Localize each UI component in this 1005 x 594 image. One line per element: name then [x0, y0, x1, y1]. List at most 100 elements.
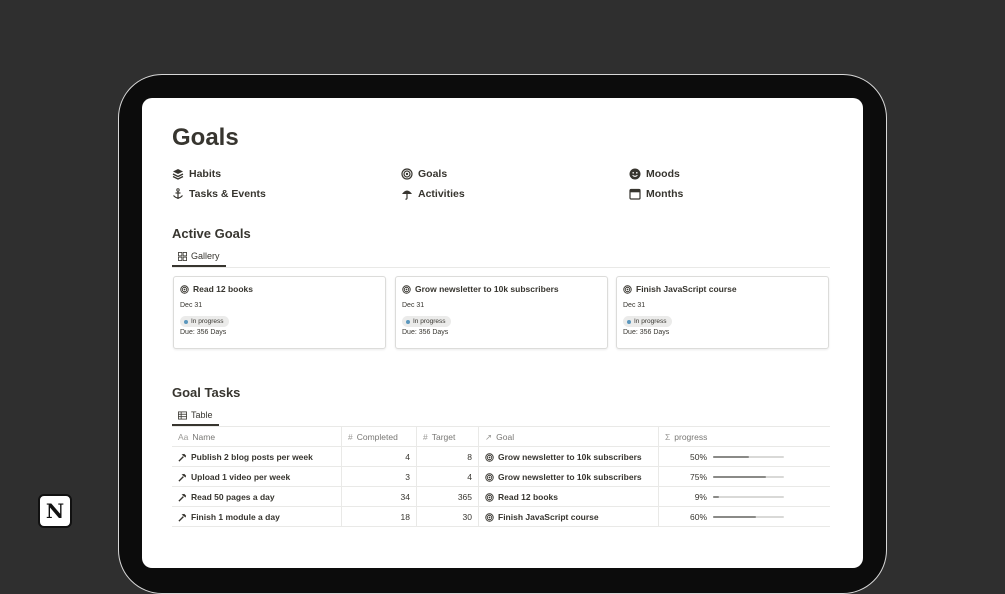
completed-cell[interactable]: 34 [342, 487, 417, 507]
nav-link-goals[interactable]: Goals [401, 168, 447, 180]
nav-link-activities[interactable]: Activities [401, 188, 465, 200]
nav-link-habits[interactable]: Habits [172, 168, 221, 180]
target-icon [402, 284, 411, 294]
goal-tasks-title: Goal Tasks [172, 385, 241, 400]
goal-cell[interactable]: Grow newsletter to 10k subscribers [479, 467, 659, 487]
target-icon [485, 452, 494, 462]
tab-label: Table [191, 410, 213, 420]
nav-link-label: Tasks & Events [189, 188, 266, 200]
number-property-icon: # [348, 432, 353, 442]
target-icon [180, 284, 189, 294]
relation-property-icon: ↗ [485, 431, 493, 442]
hammer-icon [178, 453, 187, 462]
notion-logo: N [38, 494, 72, 528]
status-text: In progress [191, 318, 224, 325]
progress-bar-fill [713, 516, 756, 518]
progress-percent: 60% [689, 512, 707, 522]
goal-card[interactable]: Read 12 books Dec 31 In progress Due: 35… [173, 276, 386, 349]
column-header-name[interactable]: Aa Name [172, 427, 342, 447]
target-icon [623, 284, 632, 294]
target-cell[interactable]: 4 [417, 467, 479, 487]
card-due: Due: 356 Days [623, 329, 670, 336]
table-row[interactable]: Publish 2 blog posts per week 4 8 Grow n… [172, 447, 830, 467]
goal-card[interactable]: Grow newsletter to 10k subscribers Dec 3… [395, 276, 608, 349]
task-name-cell[interactable]: Read 50 pages a day [172, 487, 342, 507]
card-due: Due: 356 Days [402, 329, 449, 336]
completed-cell[interactable]: 3 [342, 467, 417, 487]
table-row[interactable]: Finish 1 module a day 18 30 Finish JavaS… [172, 507, 830, 527]
goal-relation[interactable]: Grow newsletter to 10k subscribers [485, 472, 642, 482]
nav-link-months[interactable]: Months [629, 188, 683, 200]
tab-gallery[interactable]: Gallery [172, 247, 226, 267]
task-name: Publish 2 blog posts per week [178, 452, 313, 462]
progress-cell: 9% [659, 487, 830, 507]
target-cell[interactable]: 8 [417, 447, 479, 467]
hammer-icon [178, 513, 187, 522]
column-label: Target [431, 432, 456, 442]
tab-divider [172, 267, 830, 268]
nav-link-label: Moods [646, 168, 680, 180]
column-header-target[interactable]: # Target [417, 427, 479, 447]
progress-bar-fill [713, 456, 749, 458]
task-name-text: Finish 1 module a day [191, 512, 280, 522]
card-title: Finish JavaScript course [623, 284, 737, 294]
goal-relation[interactable]: Finish JavaScript course [485, 512, 599, 522]
gallery-icon [178, 251, 187, 261]
completed-cell[interactable]: 18 [342, 507, 417, 527]
nav-link-label: Goals [418, 168, 448, 180]
column-header-goal[interactable]: ↗ Goal [479, 427, 659, 447]
tab-label: Gallery [191, 251, 220, 261]
goal-relation-text: Read 12 books [498, 492, 558, 502]
table-icon [178, 410, 187, 420]
progress-percent: 50% [689, 452, 707, 462]
progress-cell: 60% [659, 507, 830, 527]
task-name-cell[interactable]: Finish 1 module a day [172, 507, 342, 527]
progress-cell: 50% [659, 447, 830, 467]
table-row[interactable]: Upload 1 video per week 3 4 Grow newslet… [172, 467, 830, 487]
progress-bar-fill [713, 496, 720, 498]
goal-card[interactable]: Finish JavaScript course Dec 31 In progr… [616, 276, 829, 349]
target-cell[interactable]: 30 [417, 507, 479, 527]
target-icon [485, 472, 494, 482]
column-header-progress[interactable]: Σprogress [659, 427, 830, 447]
card-title: Grow newsletter to 10k subscribers [402, 284, 559, 294]
column-header-completed[interactable]: # Completed [342, 427, 417, 447]
umbrella-icon [402, 190, 412, 200]
column-label: Goal [496, 432, 515, 442]
card-date: Dec 31 [402, 302, 425, 309]
target-cell[interactable]: 365 [417, 487, 479, 507]
table-row[interactable]: Read 50 pages a day 34 365 Read 12 books… [172, 487, 830, 507]
card-title-text: Read 12 books [193, 284, 253, 294]
smiley-icon [629, 168, 641, 180]
task-name-cell[interactable]: Upload 1 video per week [172, 467, 342, 487]
goal-cell[interactable]: Read 12 books [479, 487, 659, 507]
nav-link-tasks-events[interactable]: Tasks & Events [172, 188, 266, 200]
task-name-text: Publish 2 blog posts per week [191, 452, 313, 462]
anchor-icon [173, 188, 183, 199]
completed-cell[interactable]: 4 [342, 447, 417, 467]
task-name: Read 50 pages a day [178, 492, 275, 502]
progress-bar-fill [713, 476, 767, 478]
task-name-cell[interactable]: Publish 2 blog posts per week [172, 447, 342, 467]
status-text: In progress [413, 318, 446, 325]
goal-relation[interactable]: Grow newsletter to 10k subscribers [485, 452, 642, 462]
progress-bar [713, 496, 784, 498]
status-dot [184, 319, 188, 324]
nav-link-label: Habits [189, 168, 222, 180]
nav-link-moods[interactable]: Moods [629, 168, 680, 180]
goal-relation-text: Finish JavaScript course [498, 512, 599, 522]
card-date: Dec 31 [623, 302, 646, 309]
goal-relation-text: Grow newsletter to 10k subscribers [498, 452, 642, 462]
notion-page: Goals Habits Tasks & Events Goals Activi… [142, 98, 863, 568]
goal-relation[interactable]: Read 12 books [485, 492, 558, 502]
goal-relation-text: Grow newsletter to 10k subscribers [498, 472, 642, 482]
progress-bar [713, 476, 784, 478]
hammer-icon [178, 493, 187, 502]
tab-table[interactable]: Table [172, 406, 219, 426]
progress-bar [713, 456, 784, 458]
status-badge: In progress [623, 316, 672, 327]
goal-cell[interactable]: Grow newsletter to 10k subscribers [479, 447, 659, 467]
progress-percent: 75% [689, 472, 707, 482]
goal-cell[interactable]: Finish JavaScript course [479, 507, 659, 527]
column-label: progress [674, 432, 708, 442]
